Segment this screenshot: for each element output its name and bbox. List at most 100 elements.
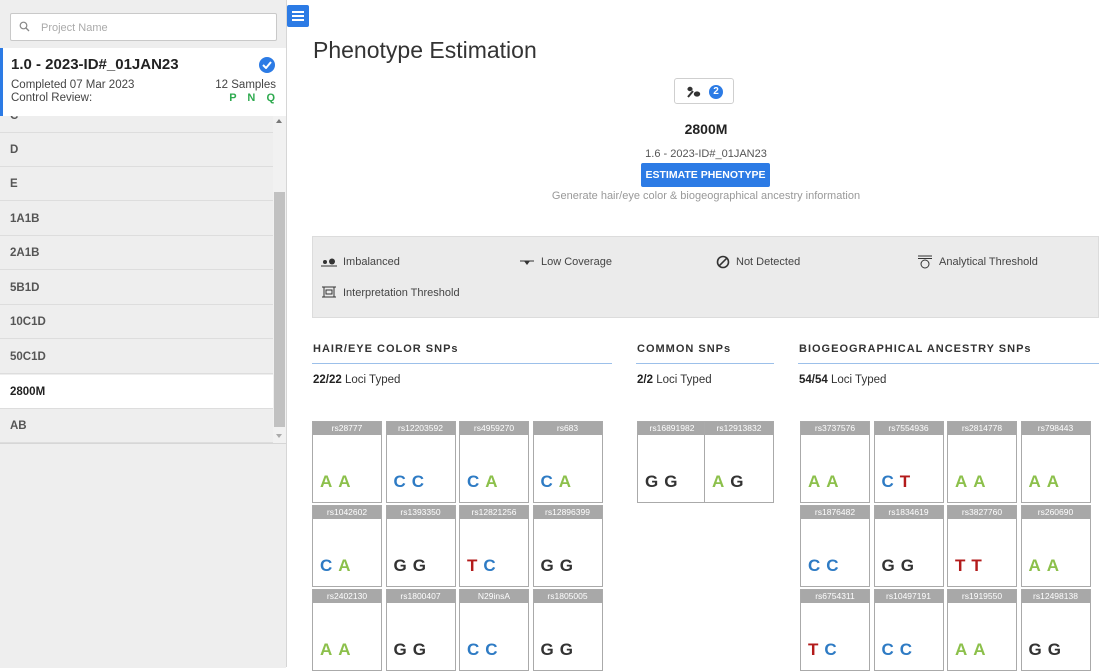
snp-cell[interactable]: rs798443 A A <box>1020 421 1091 503</box>
common-loci-typed: 2/2 Loci Typed <box>637 374 712 386</box>
snp-cell[interactable]: rs7554936 C T <box>873 421 944 503</box>
snp-cell[interactable]: rs1393350 G G <box>385 505 456 587</box>
snp-cell[interactable]: rs1805005 G G <box>532 589 603 671</box>
snp-cell[interactable]: rs4959270 C A <box>459 421 529 503</box>
control-flag-p: P <box>229 92 238 104</box>
snp-cell[interactable]: rs2814778 A A <box>947 421 1017 503</box>
snp-cell[interactable]: rs12821256 T C <box>459 505 529 587</box>
snp-cell[interactable]: rs1834619 G G <box>873 505 944 587</box>
snp-cell[interactable]: rs28777 A A <box>312 421 382 503</box>
sample-list-scrollbar[interactable] <box>273 116 286 443</box>
allele: G <box>559 640 574 659</box>
control-flag-n: N <box>247 92 257 104</box>
snp-cell[interactable]: rs3827760 T T <box>947 505 1017 587</box>
allele: G <box>645 472 660 491</box>
control-flag-q: Q <box>266 92 276 104</box>
snp-genotype: CC <box>808 556 840 576</box>
snp-cell[interactable]: rs12896399 G G <box>532 505 603 587</box>
snp-cell[interactable]: rs3737576 A A <box>800 421 870 503</box>
snp-id: rs2814778 <box>948 422 1016 435</box>
scroll-up-arrow-icon[interactable] <box>276 119 282 123</box>
allele: C <box>824 640 838 659</box>
allele: A <box>1028 556 1042 575</box>
snp-cell[interactable]: rs683 C A <box>532 421 603 503</box>
snp-id: rs12896399 <box>533 506 602 519</box>
ancestry-section-title: BIOGEOGRAPHICAL ANCESTRY SNPs <box>799 343 1032 355</box>
sidebar: 1.0 - 2023-ID#_01JAN23 Completed 07 Mar … <box>0 0 287 668</box>
scroll-down-arrow-icon[interactable] <box>276 434 282 438</box>
project-card[interactable]: 1.0 - 2023-ID#_01JAN23 Completed 07 Mar … <box>0 48 286 116</box>
snp-id: rs7554936 <box>874 422 943 435</box>
snp-genotype: CA <box>467 472 499 492</box>
snp-cell[interactable]: rs1800407 G G <box>385 589 456 671</box>
snp-id: rs1919550 <box>948 590 1016 603</box>
sample-item-10c1d[interactable]: 10C1D <box>0 305 273 339</box>
menu-toggle-button[interactable] <box>287 5 309 27</box>
allele: T <box>971 556 983 575</box>
scrollbar-thumb[interactable] <box>274 192 285 427</box>
snp-cell[interactable]: rs12498138 G G <box>1020 589 1091 671</box>
sample-item-d[interactable]: D <box>0 133 273 167</box>
allele: A <box>808 472 822 491</box>
interpretation-threshold-icon <box>322 286 336 298</box>
allele: A <box>1046 472 1061 491</box>
snp-id: rs1876482 <box>801 506 869 519</box>
snp-cell[interactable]: rs16891982 G G <box>637 421 707 503</box>
sample-item-1a1b[interactable]: 1A1B <box>0 202 273 236</box>
snp-genotype: AA <box>1029 556 1061 576</box>
sample-list: C D E 1A1B 2A1B 5B1D 10C1D 50C1D 2800M A… <box>0 116 273 443</box>
allele: A <box>558 472 573 491</box>
snp-id: rs1393350 <box>386 506 455 519</box>
allele: T <box>955 556 967 575</box>
sample-item-5b1d[interactable]: 5B1D <box>0 271 273 305</box>
allele: T <box>467 556 479 575</box>
sample-item-ab[interactable]: AB <box>0 409 273 443</box>
snp-genotype: GG <box>394 640 427 660</box>
search-input[interactable] <box>39 17 273 39</box>
sample-item-50c1d[interactable]: 50C1D <box>0 340 273 374</box>
allele: A <box>338 472 352 491</box>
snp-genotype: CC <box>467 640 499 660</box>
sample-item-e[interactable]: E <box>0 167 273 201</box>
page-title: Phenotype Estimation <box>313 37 537 63</box>
allele: A <box>826 472 840 491</box>
snp-cell[interactable]: rs260690 A A <box>1020 505 1091 587</box>
sample-item-2800m[interactable]: 2800M <box>0 375 273 409</box>
sample-item-2a1b[interactable]: 2A1B <box>0 236 273 270</box>
snp-id: rs1042602 <box>313 506 381 519</box>
allele: C <box>467 640 481 659</box>
snp-genotype: AA <box>1029 472 1061 492</box>
allele: A <box>1028 472 1042 491</box>
project-search[interactable] <box>10 13 277 41</box>
snp-cell[interactable]: rs10497191 C C <box>873 589 944 671</box>
snp-id: rs6754311 <box>801 590 869 603</box>
snp-id: rs12821256 <box>460 506 528 519</box>
snp-id: rs3737576 <box>801 422 869 435</box>
snp-cell[interactable]: rs1042602 C A <box>312 505 382 587</box>
sample-item-c[interactable]: C <box>0 116 273 133</box>
allele: C <box>411 472 426 491</box>
allele: C <box>826 556 840 575</box>
snp-cell[interactable]: N29insA C C <box>459 589 529 671</box>
snp-cell[interactable]: rs1919550 A A <box>947 589 1017 671</box>
snp-cell[interactable]: rs6754311 T C <box>800 589 870 671</box>
allele: G <box>730 472 745 491</box>
allele: C <box>393 472 407 491</box>
estimate-phenotype-button[interactable]: ESTIMATE PHENOTYPE <box>641 163 770 187</box>
allele: G <box>393 640 408 659</box>
allele: G <box>540 640 555 659</box>
snp-genotype: GG <box>541 556 574 576</box>
snp-cell[interactable]: rs12203592 C C <box>385 421 456 503</box>
snp-cell[interactable]: rs2402130 A A <box>312 589 382 671</box>
allele: C <box>540 472 554 491</box>
snp-cell[interactable]: rs1876482 C C <box>800 505 870 587</box>
allele: G <box>540 556 555 575</box>
allele: A <box>955 640 969 659</box>
check-circle-icon[interactable] <box>259 57 275 73</box>
snp-genotype: CA <box>541 472 573 492</box>
allele: C <box>881 472 895 491</box>
sample-selector-button[interactable]: 2 <box>674 78 734 104</box>
allele: C <box>467 472 481 491</box>
allele: G <box>1028 640 1043 659</box>
snp-cell[interactable]: rs12913832 A G <box>704 421 774 503</box>
